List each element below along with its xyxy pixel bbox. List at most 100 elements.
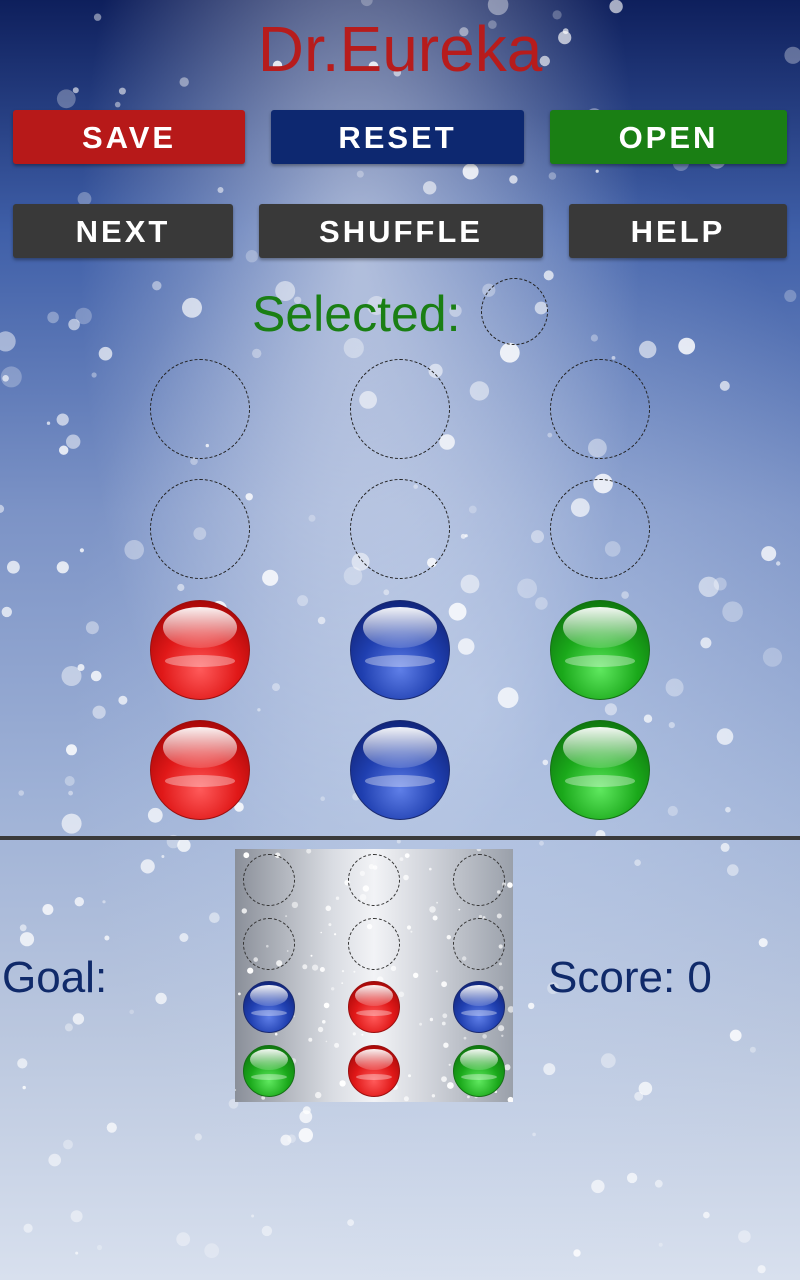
goal-sparkle xyxy=(320,931,322,934)
goal-sparkle xyxy=(306,849,312,854)
goal-sparkle xyxy=(341,970,345,973)
sparkle xyxy=(727,864,739,876)
goal-sparkle xyxy=(319,967,325,972)
selected-label: Selected: xyxy=(252,286,461,342)
goal-sparkle xyxy=(331,987,335,991)
sparkle xyxy=(22,1085,26,1090)
sparkle xyxy=(460,533,466,539)
goal-sparkle xyxy=(235,1089,237,1091)
sparkle xyxy=(469,381,490,401)
sparkle xyxy=(738,1230,751,1243)
board-ball-red[interactable] xyxy=(150,720,250,820)
goal-ball-green xyxy=(243,1045,295,1097)
sparkle xyxy=(161,855,165,858)
goal-sparkle xyxy=(429,867,432,871)
sparkle xyxy=(56,89,76,109)
sparkle xyxy=(539,840,544,846)
sparkle xyxy=(639,340,657,359)
goal-sparkle xyxy=(436,901,438,904)
board-empty-slot[interactable] xyxy=(350,359,450,459)
goal-ball-blue xyxy=(453,981,505,1033)
sparkle xyxy=(543,270,554,281)
sparkle xyxy=(591,1179,605,1194)
sparkle xyxy=(0,504,5,513)
goal-sparkle xyxy=(322,1020,326,1024)
goal-sparkle xyxy=(507,1096,513,1102)
board-empty-slot[interactable] xyxy=(150,359,250,459)
sparkle xyxy=(360,0,373,7)
score-display: Score: 0 xyxy=(548,952,712,1004)
goal-sparkle xyxy=(325,905,332,912)
sparkle xyxy=(573,1249,581,1257)
score-label: Score: xyxy=(548,953,676,1002)
sparkle xyxy=(528,1002,535,1010)
shuffle-button[interactable]: SHUFFLE xyxy=(259,204,543,258)
sparkle xyxy=(460,574,480,594)
sparkle xyxy=(182,297,202,318)
board-empty-slot[interactable] xyxy=(550,479,650,579)
sparkle xyxy=(75,307,92,325)
goal-sparkle xyxy=(390,965,397,972)
goal-sparkle xyxy=(341,982,344,984)
sparkle xyxy=(383,589,390,596)
sparkle xyxy=(347,1219,354,1226)
goal-empty-slot xyxy=(348,918,400,970)
board-ball-green[interactable] xyxy=(550,720,650,820)
sparkle xyxy=(59,445,69,455)
sparkle xyxy=(98,346,113,361)
sparkle xyxy=(678,337,696,355)
board-ball-blue[interactable] xyxy=(350,600,450,700)
sparkle xyxy=(64,776,75,786)
sparkle xyxy=(590,334,599,342)
sparkle xyxy=(302,1106,311,1115)
goal-sparkle xyxy=(302,964,308,970)
sparkle xyxy=(66,744,77,756)
sparkle xyxy=(543,1063,556,1076)
sparkle xyxy=(176,1232,191,1247)
sparkle xyxy=(140,859,155,874)
sparkle xyxy=(72,1013,85,1025)
sparkle xyxy=(68,790,73,796)
board-empty-slot[interactable] xyxy=(150,479,250,579)
sparkle xyxy=(114,101,121,108)
sparkle xyxy=(46,421,51,425)
reset-button[interactable]: RESET xyxy=(271,110,524,164)
help-button[interactable]: HELP xyxy=(569,204,787,258)
sparkle xyxy=(177,583,185,592)
board-empty-slot[interactable] xyxy=(350,479,450,579)
save-button[interactable]: SAVE xyxy=(13,110,245,164)
goal-sparkle xyxy=(443,1042,449,1048)
board-ball-red[interactable] xyxy=(150,600,250,700)
goal-sparkle xyxy=(431,1094,436,1098)
goal-sparkle xyxy=(361,1033,364,1036)
sparkle xyxy=(784,289,797,302)
goal-sparkle xyxy=(498,985,504,991)
goal-sparkle xyxy=(339,1080,346,1087)
sparkle xyxy=(209,912,220,923)
goal-sparkle xyxy=(442,1013,448,1019)
sparkle xyxy=(722,601,743,622)
sparkle xyxy=(638,1081,653,1096)
goal-sparkle xyxy=(467,1095,470,1099)
sparkle xyxy=(532,1132,536,1137)
goal-sparkle xyxy=(408,1074,411,1078)
sparkle xyxy=(468,505,477,514)
next-button[interactable]: NEXT xyxy=(13,204,233,258)
sparkle xyxy=(317,616,326,625)
sparkle xyxy=(70,1210,83,1223)
sparkle xyxy=(776,561,781,566)
goal-sparkle xyxy=(317,1026,324,1033)
sparkle xyxy=(19,932,35,947)
sparkle xyxy=(91,372,97,378)
board-ball-green[interactable] xyxy=(550,600,650,700)
sparkle xyxy=(762,647,783,667)
board-empty-slot[interactable] xyxy=(550,359,650,459)
goal-empty-slot xyxy=(243,918,295,970)
sparkle xyxy=(106,1122,117,1133)
selected-slot[interactable] xyxy=(481,278,548,345)
sparkle xyxy=(600,1053,616,1069)
open-button[interactable]: OPEN xyxy=(550,110,787,164)
board-ball-blue[interactable] xyxy=(350,720,450,820)
goal-empty-slot xyxy=(348,854,400,906)
sparkle xyxy=(634,1091,644,1101)
